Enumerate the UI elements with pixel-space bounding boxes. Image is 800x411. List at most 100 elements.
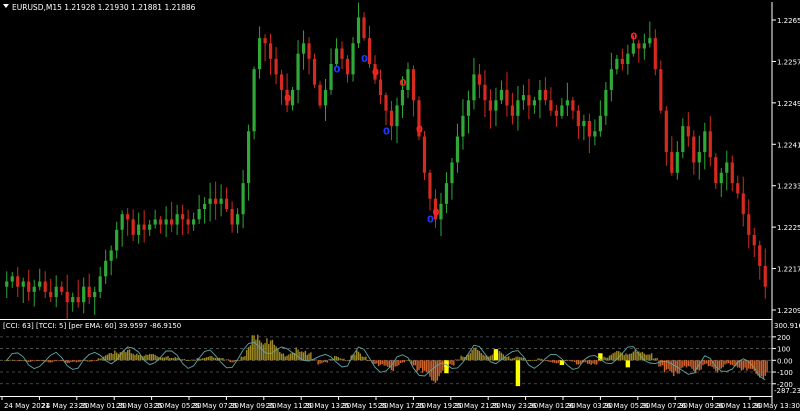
candle-body — [554, 110, 558, 116]
cci-bar — [528, 360, 530, 361]
cci-bar — [552, 360, 554, 363]
candle-body — [516, 100, 520, 116]
trading-chart[interactable]: EURUSD,M15 1.21928 1.21930 1.21881 1.218… — [0, 0, 800, 411]
candle-body — [692, 136, 696, 163]
cci-bar — [623, 354, 625, 361]
candle-body — [730, 162, 734, 184]
candle-body — [609, 69, 613, 90]
cci-bar — [185, 360, 187, 362]
cci-bar — [154, 354, 156, 361]
cci-bar — [174, 357, 177, 361]
candle-body — [681, 126, 685, 153]
cci-bar — [451, 360, 453, 365]
cci-bar — [68, 360, 70, 364]
cci-bar — [106, 354, 109, 361]
cci-bar — [48, 360, 50, 363]
cci-bar — [429, 360, 431, 377]
cci-bar — [398, 360, 400, 366]
cci-bar — [95, 360, 98, 362]
candle-body — [307, 43, 311, 59]
candle-body — [279, 74, 284, 90]
cci-bar — [473, 347, 475, 361]
candle-body — [170, 219, 174, 225]
cci-bar — [704, 360, 706, 365]
candle-body — [714, 157, 718, 184]
candle-body — [10, 276, 14, 282]
cci-bar — [572, 360, 574, 362]
cci-bar — [434, 360, 437, 383]
cci-bar — [658, 360, 660, 367]
cci-bar — [693, 360, 695, 371]
cci-bar — [440, 360, 442, 374]
candle-body — [32, 286, 36, 292]
candle-body — [230, 209, 234, 225]
candle-body — [549, 100, 553, 111]
cci-bar — [165, 356, 167, 361]
cci-bar — [319, 360, 321, 364]
candle-body — [615, 58, 619, 70]
indicator-level-label: 100 — [777, 346, 790, 354]
cci-bar — [672, 360, 675, 377]
cci-bar — [101, 358, 103, 361]
cci-bar — [570, 360, 572, 362]
cci-bar — [606, 357, 609, 361]
candle-body — [142, 224, 146, 230]
cci-bar — [513, 358, 515, 361]
cci-bar — [595, 360, 598, 365]
candle-body — [565, 100, 569, 106]
candle-body — [378, 79, 383, 96]
cci-bar — [702, 360, 704, 366]
candle-body — [131, 219, 135, 235]
cci-bar — [744, 360, 746, 368]
candle-body — [197, 209, 201, 220]
time-label: 26 May 13:30 — [752, 402, 800, 410]
candle-body — [290, 89, 295, 106]
cci-bar — [636, 352, 638, 361]
cci-bar — [125, 352, 127, 361]
candle-body — [126, 214, 130, 220]
candle-body — [120, 214, 124, 230]
cci-bar — [11, 359, 13, 361]
cci-bar — [207, 356, 209, 361]
cci-bar — [266, 338, 268, 361]
candle-body — [472, 74, 476, 101]
cci-bar — [339, 358, 341, 361]
cci-bar — [764, 360, 766, 376]
candle-body — [395, 105, 399, 127]
cci-bar — [742, 360, 744, 370]
price-label: 1.22575 — [777, 58, 800, 66]
candle-body — [192, 219, 196, 225]
cci-bar — [181, 359, 184, 361]
cci-bar — [705, 360, 708, 364]
cci-bar — [15, 360, 17, 362]
candle-body — [444, 183, 449, 204]
candle-body — [499, 89, 504, 101]
candle-body — [648, 38, 652, 44]
price-label: 1.22415 — [777, 141, 800, 149]
cci-bar — [53, 360, 56, 362]
candle-body — [159, 219, 163, 225]
candle-body — [741, 193, 745, 215]
cci-bar — [290, 353, 292, 361]
cci-bar — [324, 360, 327, 363]
buy-signal-marker: 0 — [361, 54, 368, 65]
cci-bar — [740, 360, 743, 371]
cci-bar — [335, 356, 338, 361]
cci-bar — [368, 360, 371, 362]
cci-bar — [625, 353, 627, 361]
cci-bar — [555, 360, 558, 364]
cci-bar — [405, 359, 407, 361]
cci-bar — [737, 360, 739, 368]
candle-body — [494, 100, 498, 111]
candle-body — [87, 286, 91, 298]
candle-body — [27, 281, 31, 292]
candle-body — [274, 58, 278, 75]
cci-bar — [251, 335, 253, 361]
cci-bar — [669, 360, 671, 372]
cci-bar — [39, 360, 41, 361]
cci-bar — [418, 360, 420, 371]
sell-signal-marker: 0 — [630, 31, 637, 42]
cci-bar — [295, 347, 297, 361]
candle-body — [329, 64, 333, 90]
candle-body — [164, 219, 168, 225]
